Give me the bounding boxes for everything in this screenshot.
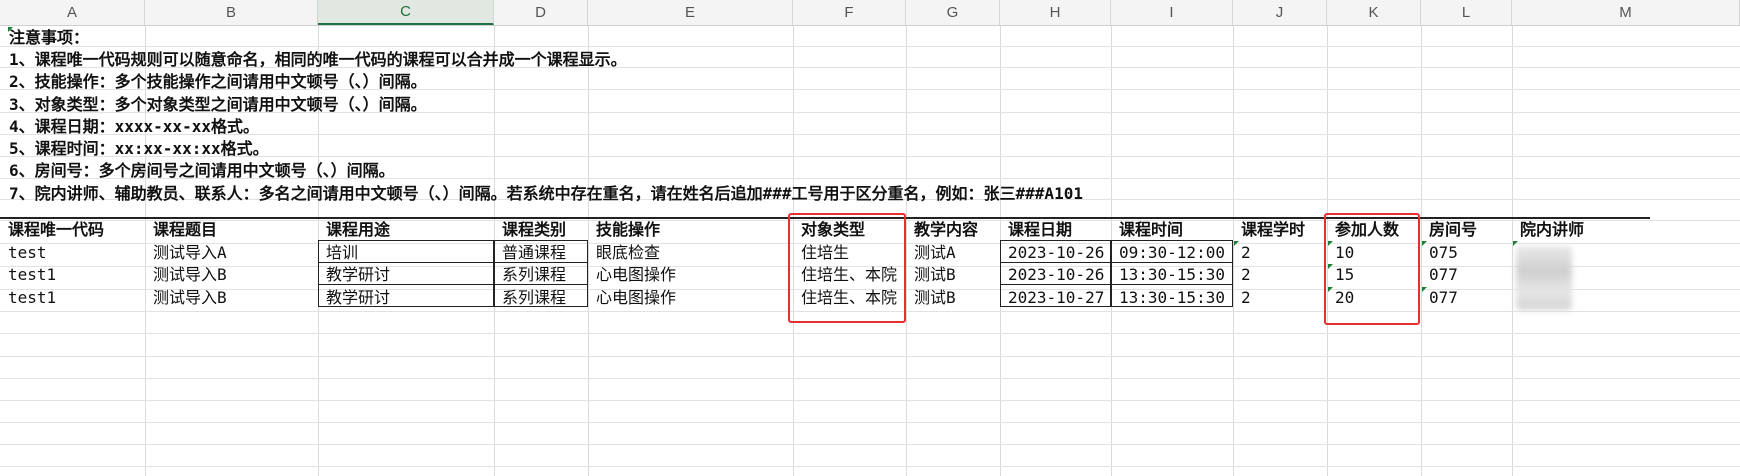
column-header-e[interactable]: E [588, 0, 793, 25]
column-header-c[interactable]: C [318, 0, 494, 25]
column-header-m[interactable]: M [1512, 0, 1740, 25]
cell-border-line [1000, 262, 1233, 263]
cell-border-box [494, 240, 588, 307]
highlight-object-type-column [788, 213, 906, 323]
cell-border-line [1000, 284, 1233, 285]
row-gridline [0, 466, 1740, 467]
table-cell[interactable]: 测试导入B [151, 287, 320, 309]
column-header-g[interactable]: G [906, 0, 1000, 25]
cell-error-indicator-icon [1422, 287, 1427, 292]
cell-error-indicator-icon [8, 27, 13, 32]
row-gridline [0, 134, 1740, 135]
table-header-cell[interactable]: 教学内容 [912, 219, 1002, 241]
column-header-k[interactable]: K [1327, 0, 1421, 25]
cell-error-indicator-icon [1422, 241, 1427, 246]
note-line: 7、院内讲师、辅助教员、联系人：多名之间请用中文顿号（、）间隔。若系统中存在重名… [9, 184, 1083, 203]
row-gridline [0, 46, 1740, 47]
column-header-i[interactable]: I [1111, 0, 1233, 25]
column-header-l[interactable]: L [1421, 0, 1512, 25]
row-gridline [0, 444, 1740, 445]
table-header-cell[interactable]: 课程类别 [500, 219, 590, 241]
column-header-a[interactable]: A [0, 0, 145, 25]
table-cell[interactable]: 2 [1239, 264, 1329, 286]
column-header-b[interactable]: B [145, 0, 318, 25]
note-line: 6、房间号：多个房间号之间请用中文顿号（、）间隔。 [9, 161, 395, 180]
table-cell[interactable]: test [6, 242, 147, 264]
table-header-cell[interactable]: 课程学时 [1239, 219, 1329, 241]
table-cell[interactable]: 测试导入A [151, 242, 320, 264]
cell-border-box [318, 240, 494, 307]
cell-border-line [318, 284, 588, 285]
row-gridline [0, 400, 1740, 401]
table-header-cell[interactable]: 课程唯一代码 [6, 219, 147, 241]
table-header-cell[interactable]: 房间号 [1427, 219, 1514, 241]
table-cell[interactable]: 眼底检查 [594, 242, 795, 264]
highlight-participants-column [1324, 213, 1420, 325]
table-cell[interactable]: 测试B [912, 264, 1002, 286]
note-line: 1、课程唯一代码规则可以随意命名，相同的唯一代码的课程可以合并成一个课程显示。 [9, 50, 627, 69]
table-cell[interactable]: 2 [1239, 287, 1329, 309]
table-header-cell[interactable]: 课程题目 [151, 219, 320, 241]
row-gridline [0, 333, 1740, 334]
note-line: 2、技能操作：多个技能操作之间请用中文顿号（、）间隔。 [9, 72, 427, 91]
table-cell[interactable]: test1 [6, 287, 147, 309]
table-header-cell[interactable]: 课程用途 [324, 219, 496, 241]
table-header-cell[interactable]: 技能操作 [594, 219, 795, 241]
column-header-d[interactable]: D [494, 0, 588, 25]
cell-error-indicator-icon [1513, 241, 1518, 246]
table-header-cell[interactable]: 院内讲师 [1518, 219, 1740, 241]
table-cell[interactable]: test1 [6, 264, 147, 286]
note-line: 5、课程时间：xx:xx-xx:xx格式。 [9, 139, 269, 158]
column-header-j[interactable]: J [1233, 0, 1327, 25]
table-cell[interactable]: 077 [1427, 287, 1514, 309]
row-gridline [0, 422, 1740, 423]
cell-border-box [1000, 240, 1111, 307]
table-cell[interactable]: 测试导入B [151, 264, 320, 286]
cell-border-line [318, 262, 588, 263]
column-header-bar: ABCDEFGHIJKLM [0, 0, 1740, 26]
column-header-h[interactable]: H [1000, 0, 1111, 25]
cell-border-box [1111, 240, 1233, 307]
table-cell[interactable]: 077 [1427, 264, 1514, 286]
table-cell[interactable]: 2 [1239, 242, 1329, 264]
table-cell[interactable]: 测试B [912, 287, 1002, 309]
notes-title: 注意事项： [9, 28, 90, 47]
table-cell[interactable]: 心电图操作 [594, 287, 795, 309]
table-cell[interactable]: 心电图操作 [594, 264, 795, 286]
row-gridline [0, 378, 1740, 379]
table-header-cell[interactable]: 课程时间 [1117, 219, 1235, 241]
table-header-cell[interactable]: 课程日期 [1006, 219, 1113, 241]
note-line: 4、课程日期：xxxx-xx-xx格式。 [9, 117, 259, 136]
column-header-f[interactable]: F [793, 0, 906, 25]
note-line: 3、对象类型：多个对象类型之间请用中文顿号（、）间隔。 [9, 95, 427, 114]
table-cell[interactable]: 075 [1427, 242, 1514, 264]
row-gridline [0, 356, 1740, 357]
cell-error-indicator-icon [1234, 241, 1239, 246]
table-cell[interactable]: 测试A [912, 242, 1002, 264]
spreadsheet-grid[interactable]: ABCDEFGHIJKLM 注意事项： 1、课程唯一代码规则可以随意命名，相同的唯… [0, 0, 1740, 476]
blurred-lecturer-name [1516, 246, 1572, 310]
